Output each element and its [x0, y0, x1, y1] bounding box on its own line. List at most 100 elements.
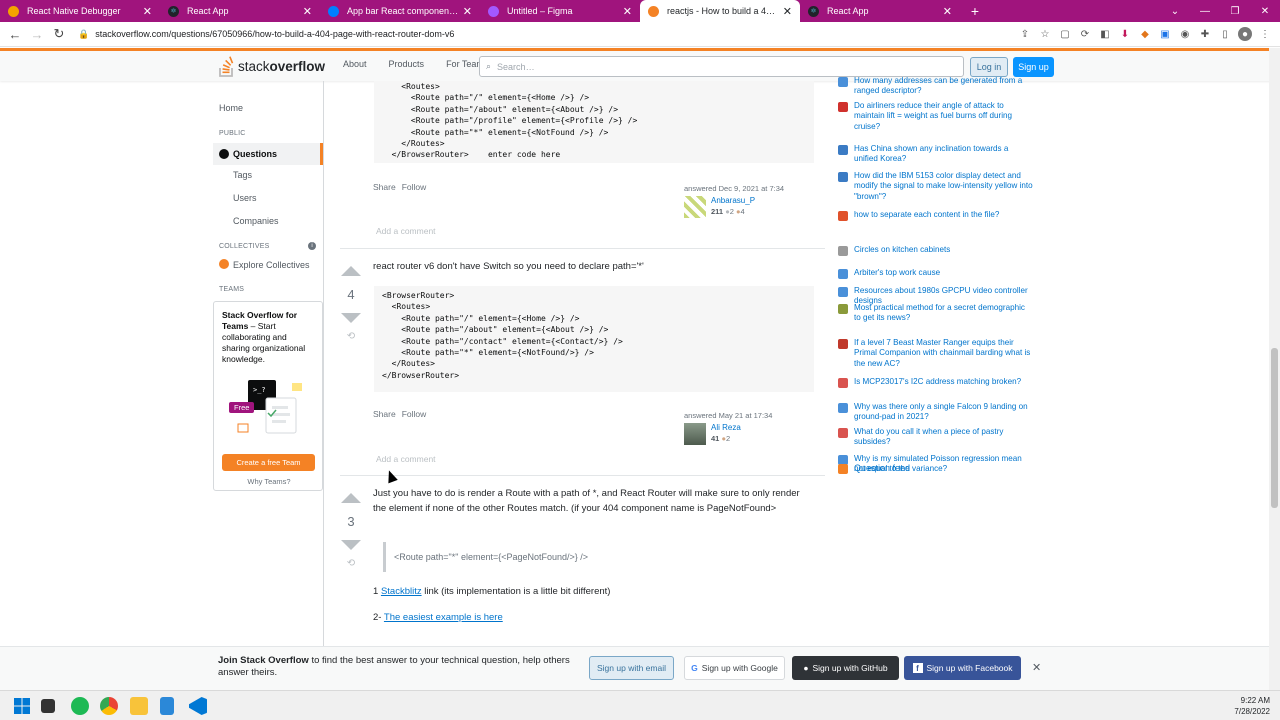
extension-icon[interactable]: ▢: [1058, 27, 1072, 41]
downvote-icon[interactable]: [341, 540, 361, 550]
extension-icon[interactable]: ◉: [1178, 27, 1192, 41]
scrollbar-thumb[interactable]: [1271, 348, 1278, 508]
new-tab-button[interactable]: +: [960, 0, 990, 22]
hot-question-link[interactable]: Has China shown any inclination towards …: [838, 144, 1033, 165]
easiest-example-link[interactable]: The easiest example is here: [384, 612, 503, 623]
downvote-icon[interactable]: [341, 313, 361, 323]
upvote-icon[interactable]: [341, 493, 361, 503]
close-icon[interactable]: ✕: [783, 5, 792, 18]
clock-time: 9:22 AM: [1240, 696, 1270, 705]
history-icon[interactable]: ⟲: [340, 331, 362, 342]
vote-count: 3: [347, 514, 355, 529]
system-clock[interactable]: 9:22 AM 7/28/2022: [1234, 695, 1270, 717]
hot-question-link[interactable]: Most practical method for a secret demog…: [838, 303, 1033, 324]
metamask-icon[interactable]: ◆: [1138, 27, 1152, 41]
page-scrollbar[interactable]: [1269, 48, 1280, 690]
reload-icon[interactable]: ↻: [48, 26, 70, 42]
vscode-icon[interactable]: [189, 697, 207, 715]
follow-link[interactable]: Follow: [402, 409, 427, 419]
nav-products[interactable]: Products: [378, 59, 436, 69]
nav-companies[interactable]: Companies: [233, 216, 279, 226]
hot-question-link[interactable]: If a level 7 Beast Master Ranger equips …: [838, 338, 1033, 369]
signup-button[interactable]: Sign up: [1013, 57, 1054, 77]
create-team-button[interactable]: Create a free Team: [222, 454, 315, 471]
info-icon[interactable]: i: [308, 242, 316, 250]
chrome-icon[interactable]: [100, 697, 118, 715]
browser-tab[interactable]: React Native Debugger ✕: [0, 0, 160, 22]
hot-question-link[interactable]: What do you call it when a piece of past…: [838, 427, 1033, 448]
stackblitz-link[interactable]: Stackblitz: [381, 586, 422, 597]
extension-icon[interactable]: ◧: [1098, 27, 1112, 41]
close-icon[interactable]: ✕: [943, 5, 952, 18]
profile-avatar-icon[interactable]: ●: [1238, 27, 1252, 41]
browser-tab[interactable]: App bar React component - Mat ✕: [320, 0, 480, 22]
user-name-link[interactable]: Ali Reza: [711, 423, 741, 432]
add-comment-link[interactable]: Add a comment: [376, 226, 436, 236]
back-icon[interactable]: ←: [4, 27, 26, 42]
nav-explore-collectives[interactable]: Explore Collectives: [219, 259, 310, 270]
file-explorer-icon[interactable]: [130, 697, 148, 715]
search-input[interactable]: ⌕ Search…: [479, 56, 964, 77]
extension-icon[interactable]: ⬇: [1118, 27, 1132, 41]
history-icon[interactable]: ⟲: [340, 558, 362, 569]
follow-link[interactable]: Follow: [402, 182, 427, 192]
nav-about[interactable]: About: [332, 59, 378, 69]
extension-icon[interactable]: ⟳: [1078, 27, 1092, 41]
globe-icon: [219, 149, 229, 159]
nav-users[interactable]: Users: [233, 193, 257, 203]
nav-questions[interactable]: Questions: [213, 143, 323, 165]
puzzle-icon[interactable]: ✚: [1198, 27, 1212, 41]
bookmark-star-icon[interactable]: ☆: [1038, 27, 1052, 41]
why-teams-link[interactable]: Why Teams?: [214, 477, 324, 486]
close-window-icon[interactable]: ✕: [1250, 0, 1280, 22]
hot-question-link[interactable]: Circles on kitchen cabinets: [838, 245, 1033, 256]
question-feed-link[interactable]: Question feed: [838, 463, 1033, 474]
signup-google-button[interactable]: G Sign up with Google: [684, 656, 785, 680]
close-icon[interactable]: ✕: [623, 5, 632, 18]
notepad-icon[interactable]: [160, 697, 174, 715]
share-icon[interactable]: ⇪: [1018, 27, 1032, 41]
signup-email-button[interactable]: Sign up with email: [589, 656, 674, 680]
extension-icon[interactable]: ▣: [1158, 27, 1172, 41]
signup-github-button[interactable]: ● Sign up with GitHub: [792, 656, 899, 680]
share-link[interactable]: Share: [373, 409, 396, 419]
windows-start-icon[interactable]: [13, 697, 31, 715]
sidepanel-icon[interactable]: ▯: [1218, 27, 1232, 41]
close-icon[interactable]: ✕: [303, 5, 312, 18]
nav-home[interactable]: Home: [219, 103, 243, 113]
hot-question-link[interactable]: Is MCP23017's I2C address matching broke…: [838, 377, 1033, 388]
add-comment-link[interactable]: Add a comment: [376, 454, 436, 464]
hot-question-link[interactable]: How did the IBM 5153 color display detec…: [838, 171, 1033, 202]
site-icon: [838, 378, 848, 388]
hot-question-link[interactable]: How many addresses can be generated from…: [838, 76, 1033, 97]
forward-icon[interactable]: →: [26, 27, 48, 42]
avatar[interactable]: [684, 423, 706, 445]
login-button[interactable]: Log in: [970, 57, 1008, 77]
close-icon[interactable]: ✕: [143, 5, 152, 18]
hot-question-link[interactable]: Do airliners reduce their angle of attac…: [838, 101, 1033, 132]
tab-search-icon[interactable]: ⌄: [1160, 0, 1190, 22]
avatar[interactable]: [684, 196, 706, 218]
browser-tab[interactable]: ⚛ React App ✕: [160, 0, 320, 22]
close-icon[interactable]: ✕: [463, 5, 472, 18]
restore-icon[interactable]: ❐: [1220, 0, 1250, 22]
browser-tab[interactable]: Untitled – Figma ✕: [480, 0, 640, 22]
task-view-icon[interactable]: [41, 699, 55, 713]
browser-tab[interactable]: ⚛ React App ✕: [800, 0, 960, 22]
url-field[interactable]: 🔒 stackoverflow.com/questions/67050966/ho…: [78, 29, 454, 40]
stackoverflow-logo[interactable]: stackoverflow: [219, 55, 325, 77]
hot-question-link[interactable]: Arbiter's top work cause: [838, 268, 1033, 279]
user-name-link[interactable]: Anbarasu_P: [711, 196, 755, 205]
hot-question-link[interactable]: how to separate each content in the file…: [838, 210, 1033, 221]
share-link[interactable]: Share: [373, 182, 396, 192]
browser-tab-active[interactable]: reactjs - How to build a 404 page ✕: [640, 0, 800, 22]
signup-facebook-button[interactable]: f Sign up with Facebook: [904, 656, 1021, 680]
spotify-icon[interactable]: [71, 697, 89, 715]
close-icon[interactable]: ✕: [1032, 661, 1041, 674]
upvote-icon[interactable]: [341, 266, 361, 276]
nav-tags[interactable]: Tags: [233, 170, 252, 180]
answered-date: answered May 21 at 17:34: [684, 411, 773, 420]
menu-kebab-icon[interactable]: ⋮: [1258, 27, 1272, 41]
hot-question-link[interactable]: Why was there only a single Falcon 9 lan…: [838, 402, 1033, 423]
minimize-icon[interactable]: —: [1190, 0, 1220, 22]
